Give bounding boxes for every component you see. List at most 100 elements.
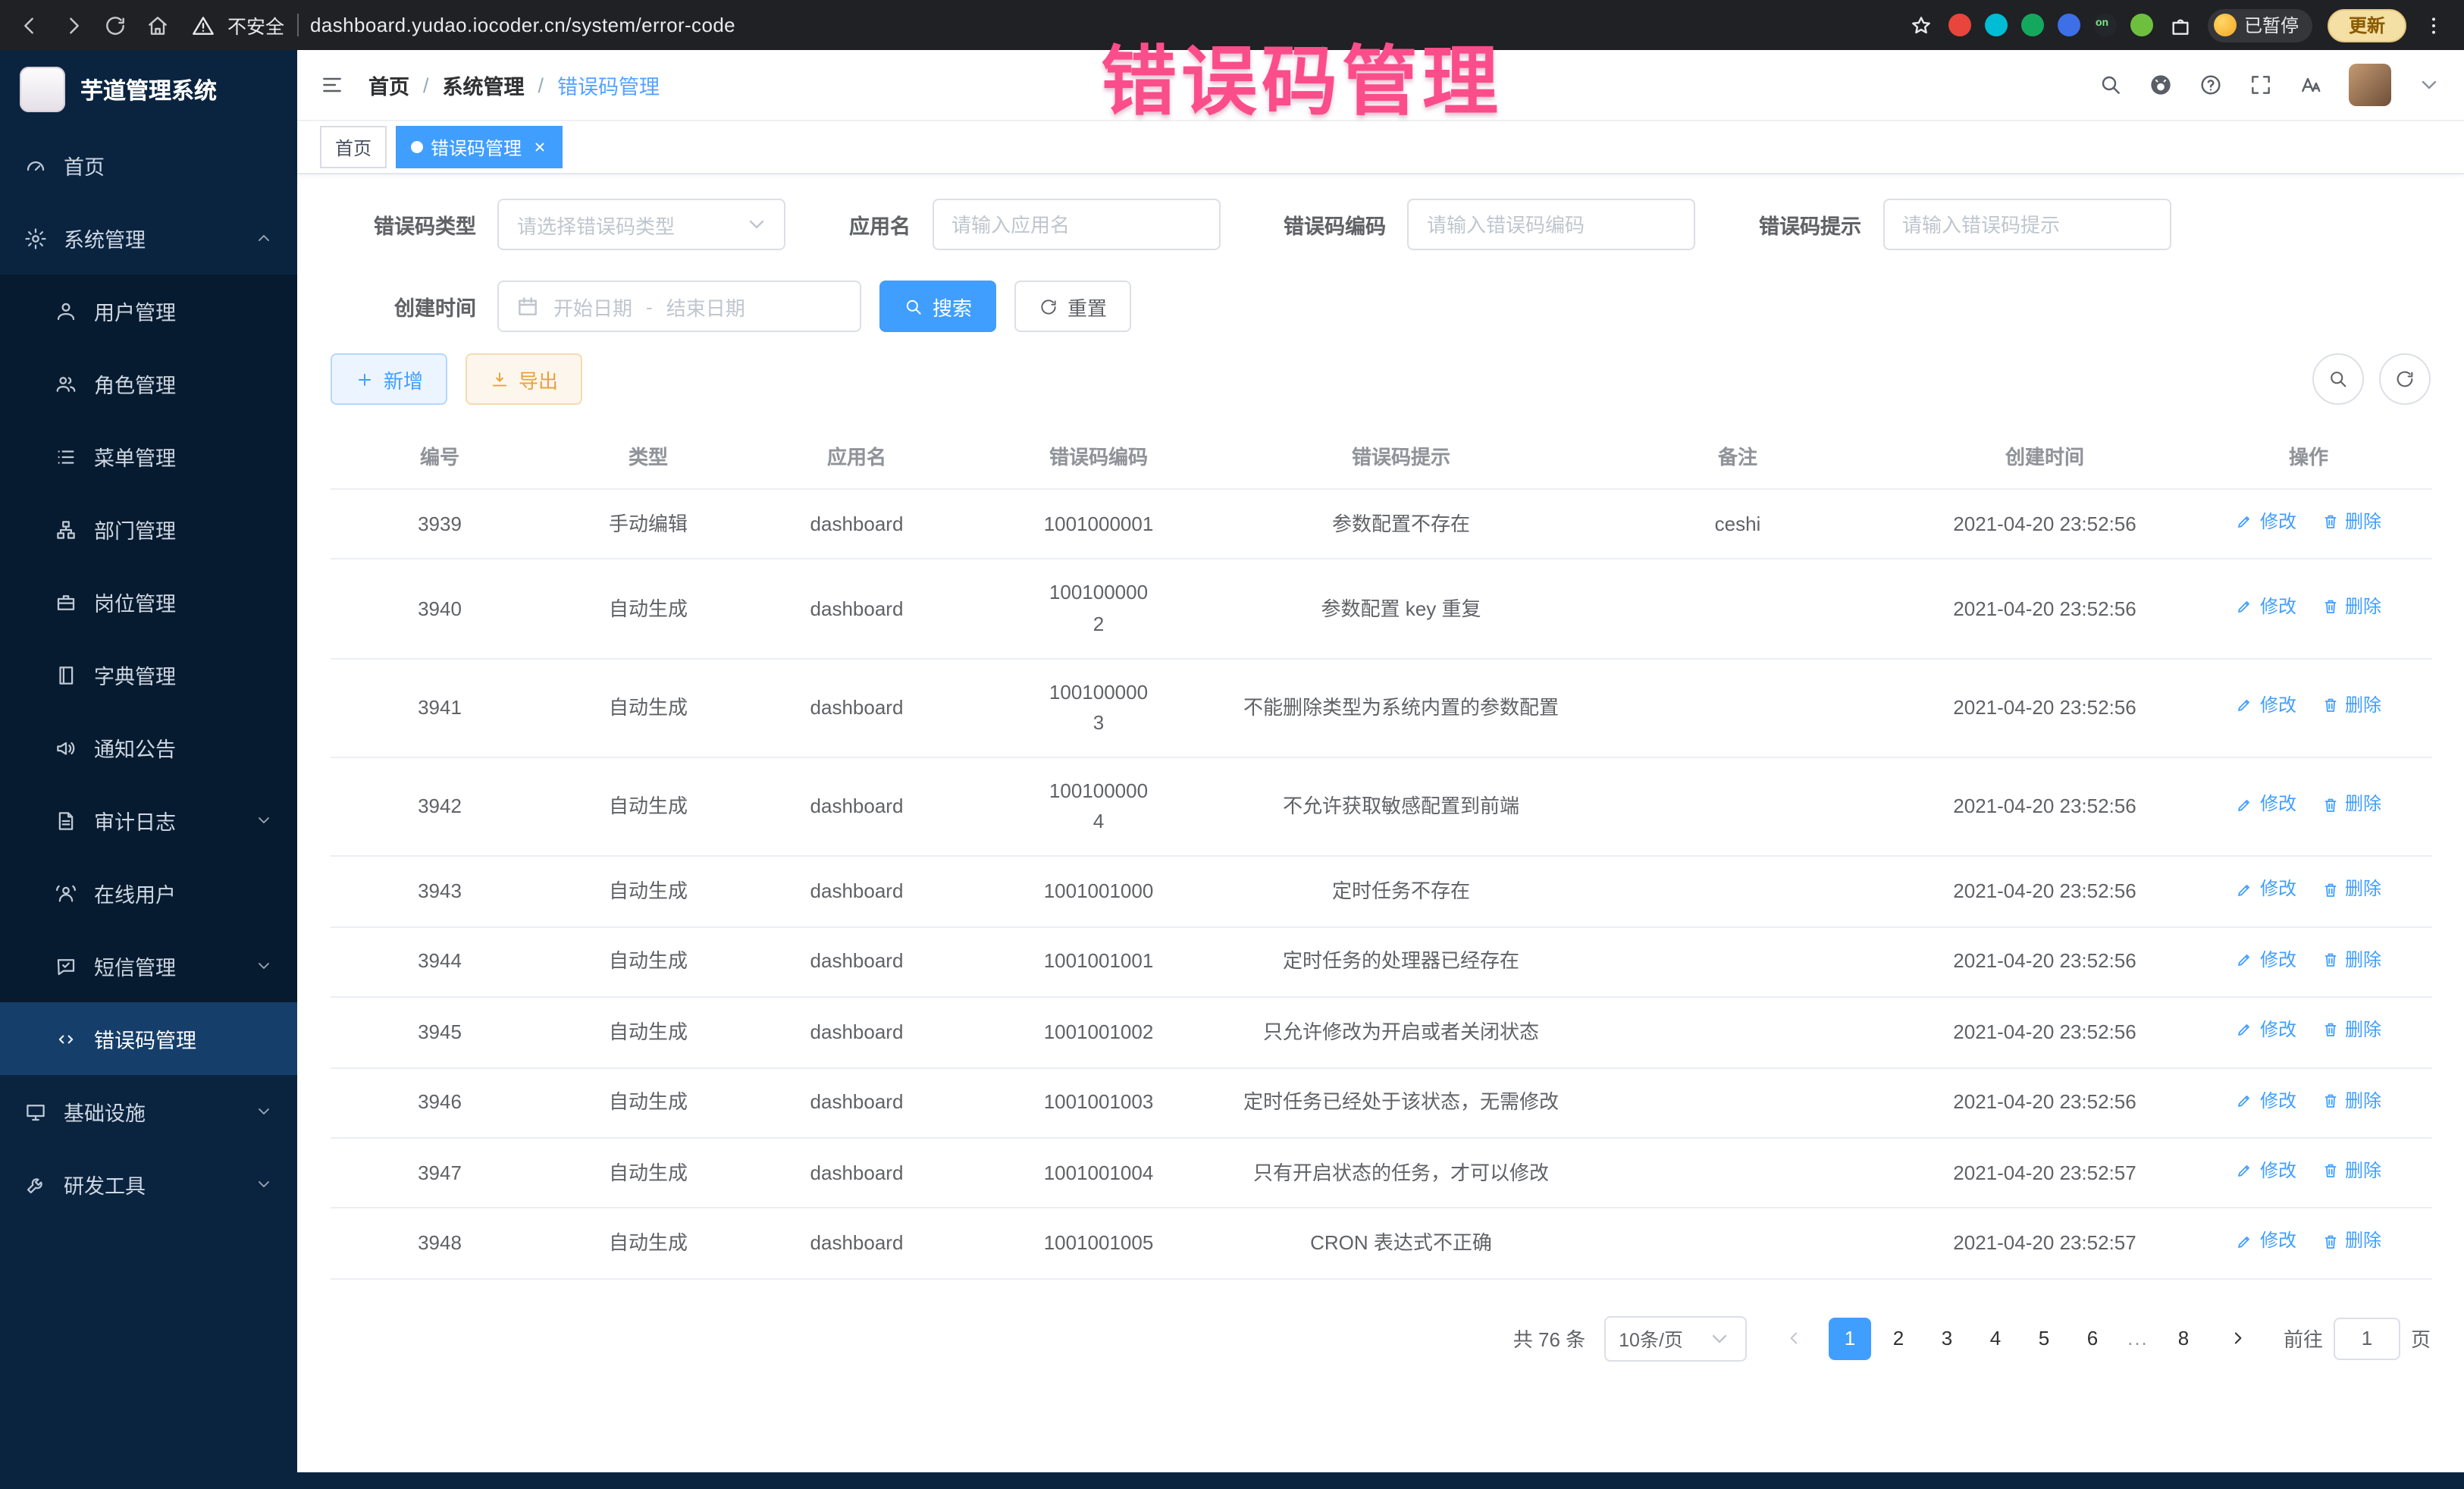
prev-page-button[interactable]: [1774, 1318, 1817, 1360]
edit-icon: [2236, 1233, 2254, 1251]
fullscreen-icon[interactable]: [2249, 73, 2273, 97]
delete-link[interactable]: 删除: [2321, 1227, 2381, 1255]
edit-link[interactable]: 修改: [2236, 593, 2296, 621]
sidebar-item-label: 首页: [64, 150, 105, 180]
edit-link[interactable]: 修改: [2236, 945, 2296, 973]
delete-link[interactable]: 删除: [2321, 1016, 2381, 1044]
extension-green-check-icon[interactable]: [2021, 14, 2044, 36]
breadcrumb-separator: /: [538, 74, 544, 96]
address-bar[interactable]: 不安全 dashboard.yudao.iocoder.cn/system/er…: [191, 11, 1894, 39]
browser-menu-icon[interactable]: [2422, 13, 2446, 37]
security-warning-icon[interactable]: [191, 13, 215, 37]
search-button[interactable]: 搜索: [879, 281, 996, 332]
delete-link[interactable]: 删除: [2321, 691, 2381, 719]
edit-link[interactable]: 修改: [2236, 791, 2296, 819]
download-icon: [490, 369, 509, 389]
sidebar-item-dev-tool[interactable]: 研发工具: [0, 1148, 297, 1221]
refresh-table-button[interactable]: [2379, 353, 2431, 405]
profile-chip[interactable]: 已暂停: [2208, 8, 2312, 42]
sidebar-item-home[interactable]: 首页: [0, 129, 297, 202]
delete-link[interactable]: 删除: [2321, 1086, 2381, 1114]
address-url[interactable]: dashboard.yudao.iocoder.cn/system/error-…: [310, 14, 735, 36]
browser-update-button[interactable]: 更新: [2328, 8, 2406, 42]
user-avatar[interactable]: [2349, 64, 2391, 106]
help-icon[interactable]: [2199, 73, 2223, 97]
edit-link[interactable]: 修改: [2236, 1157, 2296, 1185]
edit-link[interactable]: 修改: [2236, 1227, 2296, 1255]
sidebar-item-audit-log[interactable]: 审计日志: [0, 784, 297, 857]
delete-link[interactable]: 删除: [2321, 508, 2381, 536]
page-5-button[interactable]: 5: [2023, 1318, 2065, 1360]
browser-forward-icon[interactable]: [61, 13, 85, 37]
browser-reload-icon[interactable]: [103, 13, 127, 37]
sidebar-toggle-icon[interactable]: [320, 73, 344, 97]
sidebar-item-role[interactable]: 角色管理: [0, 347, 297, 420]
export-button[interactable]: 导出: [466, 353, 582, 405]
github-icon[interactable]: [2149, 73, 2173, 97]
page-6-button[interactable]: 6: [2071, 1318, 2114, 1360]
edit-link[interactable]: 修改: [2236, 1086, 2296, 1114]
header-search-icon[interactable]: [2099, 73, 2123, 97]
goto-page-input[interactable]: [2334, 1318, 2400, 1360]
user-menu-caret-icon[interactable]: [2417, 73, 2441, 97]
breadcrumb-separator: /: [423, 74, 429, 96]
font-size-icon[interactable]: [2299, 73, 2323, 97]
delete-link[interactable]: 删除: [2321, 593, 2381, 621]
edit-link[interactable]: 修改: [2236, 691, 2296, 719]
extension-teal-icon[interactable]: [1985, 14, 2008, 36]
extension-blue-grid-icon[interactable]: [2058, 14, 2080, 36]
delete-link[interactable]: 删除: [2321, 1157, 2381, 1185]
sidebar-item-online-user[interactable]: 在线用户: [0, 857, 297, 929]
page-size-select[interactable]: 10条/页: [1603, 1316, 1747, 1362]
tab-error-code[interactable]: 错误码管理: [396, 126, 563, 168]
page-2-button[interactable]: 2: [1877, 1318, 1920, 1360]
app-name-input[interactable]: [932, 199, 1220, 250]
browser-home-icon[interactable]: [146, 13, 170, 37]
close-icon[interactable]: [532, 139, 547, 155]
error-type-placeholder: 请选择错误码类型: [517, 210, 675, 239]
breadcrumb-item[interactable]: 错误码管理: [557, 70, 660, 100]
sidebar-item-system[interactable]: 系统管理: [0, 202, 297, 274]
delete-link[interactable]: 删除: [2321, 876, 2381, 904]
bookmark-star-icon[interactable]: [1909, 13, 1933, 37]
sidebar-item-error-code[interactable]: 错误码管理: [0, 1002, 297, 1075]
security-label[interactable]: 不安全: [227, 11, 284, 39]
sidebar-item-sms[interactable]: 短信管理: [0, 929, 297, 1002]
sidebar-item-user[interactable]: 用户管理: [0, 274, 297, 347]
sidebar-item-dict[interactable]: 字典管理: [0, 638, 297, 711]
edit-link[interactable]: 修改: [2236, 508, 2296, 536]
toggle-search-button[interactable]: [2312, 353, 2364, 405]
page-1-button[interactable]: 1: [1829, 1318, 1871, 1360]
extensions-puzzle-icon[interactable]: [2168, 13, 2193, 37]
edit-link[interactable]: 修改: [2236, 876, 2296, 904]
create-time-range[interactable]: 开始日期 - 结束日期: [497, 281, 861, 332]
error-code-input[interactable]: [1407, 199, 1695, 250]
app-logo[interactable]: 芋道管理系统: [0, 50, 297, 129]
error-hint-input[interactable]: [1882, 199, 2171, 250]
breadcrumb-item[interactable]: 系统管理: [443, 70, 525, 100]
page-8-button[interactable]: 8: [2162, 1318, 2205, 1360]
error-type-select[interactable]: 请选择错误码类型: [497, 199, 785, 250]
tab-home[interactable]: 首页: [320, 126, 387, 168]
user-icon: [55, 299, 77, 322]
sidebar-item-infra[interactable]: 基础设施: [0, 1075, 297, 1148]
page-4-button[interactable]: 4: [1974, 1318, 2017, 1360]
delete-link[interactable]: 删除: [2321, 945, 2381, 973]
trash-icon: [2321, 951, 2339, 969]
edit-link[interactable]: 修改: [2236, 1016, 2296, 1044]
delete-link[interactable]: 删除: [2321, 791, 2381, 819]
add-button[interactable]: 新增: [331, 353, 447, 405]
extension-leaf-icon[interactable]: [2130, 14, 2153, 36]
sidebar-item-menu[interactable]: 菜单管理: [0, 420, 297, 493]
browser-back-icon[interactable]: [18, 13, 42, 37]
reset-button[interactable]: 重置: [1014, 281, 1131, 332]
page-3-button[interactable]: 3: [1926, 1318, 1968, 1360]
extension-red-icon[interactable]: [1948, 14, 1971, 36]
extension-dark-on-icon[interactable]: on: [2094, 14, 2117, 36]
sidebar-item-notice[interactable]: 通知公告: [0, 711, 297, 784]
more-pages-button[interactable]: ...: [2120, 1328, 2156, 1350]
breadcrumb-item[interactable]: 首页: [368, 70, 409, 100]
next-page-button[interactable]: [2217, 1318, 2259, 1360]
sidebar-item-post[interactable]: 岗位管理: [0, 566, 297, 638]
sidebar-item-dept[interactable]: 部门管理: [0, 493, 297, 566]
